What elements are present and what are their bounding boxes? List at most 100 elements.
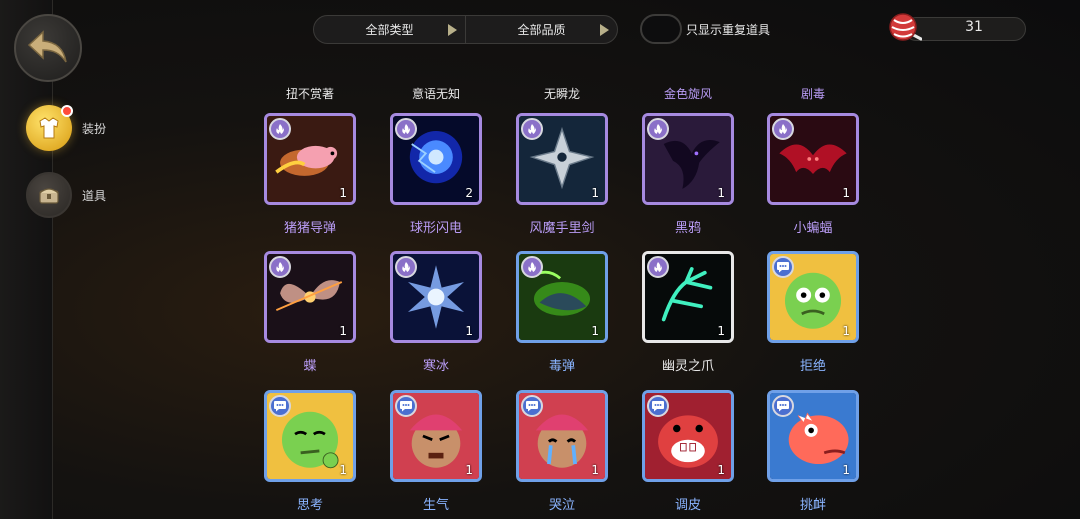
item-card[interactable]: 1 <box>767 251 859 343</box>
item-cell[interactable]: 1 黑鸦 <box>642 113 738 236</box>
item-card[interactable]: 1 <box>516 390 608 482</box>
item-cell[interactable]: 1 幽灵之爪 <box>642 251 738 374</box>
toggle-label: 只显示重复道具 <box>686 22 771 37</box>
dropdown-arrow-icon <box>600 24 609 36</box>
item-card[interactable]: 1 <box>767 113 859 205</box>
item-card[interactable]: 1 <box>264 113 356 205</box>
item-card[interactable]: 1 <box>390 390 482 482</box>
flame-icon <box>521 118 543 140</box>
item-name: 猪猪导弹 <box>283 221 336 236</box>
item-name: 风魔手里剑 <box>529 221 595 236</box>
item-cell[interactable]: 2 球形闪电 <box>390 113 486 236</box>
item-count: 1 <box>339 463 347 477</box>
item-count: 1 <box>717 324 725 338</box>
costume-icon <box>26 105 73 151</box>
item-name: 幽灵之爪 <box>661 359 714 374</box>
item-count: 1 <box>465 463 473 477</box>
item-card[interactable]: 1 <box>516 251 608 343</box>
partial-item-label: 无瞬龙 <box>543 87 580 101</box>
item-name: 球形闪电 <box>409 221 462 236</box>
notification-dot <box>61 105 73 117</box>
partial-item-label: 扭不赏著 <box>285 87 334 101</box>
item-cell[interactable]: 1 生气 <box>390 390 486 513</box>
flame-icon <box>269 118 291 140</box>
item-chest-icon <box>26 172 72 218</box>
item-cell[interactable]: 1 寒冰 <box>390 251 486 374</box>
partial-item-label: 意语无知 <box>411 87 460 101</box>
item-card[interactable]: 1 <box>767 390 859 482</box>
item-card[interactable]: 1 <box>642 113 734 205</box>
item-card[interactable]: 2 <box>390 113 482 205</box>
toggle-checkbox[interactable] <box>640 14 682 44</box>
item-name: 毒弹 <box>548 359 575 374</box>
item-count: 1 <box>842 463 850 477</box>
type-filter-dropdown[interactable]: 全部类型 <box>314 16 465 43</box>
item-cell[interactable]: 1 猪猪导弹 <box>264 113 360 236</box>
item-name: 蝶 <box>303 359 317 374</box>
type-filter-label: 全部类型 <box>365 23 414 37</box>
chat-icon <box>772 395 794 417</box>
item-name: 挑衅 <box>799 498 826 513</box>
chat-icon <box>269 395 291 417</box>
flame-icon <box>772 118 794 140</box>
flame-icon <box>395 256 417 278</box>
lollipop-icon <box>889 13 922 41</box>
duplicate-toggle[interactable]: 只显示重复道具 <box>640 14 770 44</box>
item-name: 小蝙蝠 <box>793 221 833 236</box>
item-card[interactable]: 1 <box>264 390 356 482</box>
nav-item-costume[interactable]: 装扮 <box>26 105 106 151</box>
item-cell[interactable]: 1 哭泣 <box>516 390 612 513</box>
item-count: 1 <box>842 186 850 200</box>
item-card[interactable]: 1 <box>642 251 734 343</box>
flame-icon <box>647 256 669 278</box>
item-name: 哭泣 <box>548 498 575 513</box>
chat-icon <box>395 395 417 417</box>
currency-display: 31 <box>888 13 1026 42</box>
item-card[interactable]: 1 <box>264 251 356 343</box>
item-name: 生气 <box>422 498 449 513</box>
partial-item-label: 剧毒 <box>800 87 825 101</box>
chat-icon <box>647 395 669 417</box>
chat-icon <box>772 256 794 278</box>
item-cell[interactable]: 1 拒绝 <box>767 251 863 374</box>
item-count: 1 <box>591 463 599 477</box>
item-count: 1 <box>339 186 347 200</box>
item-cell[interactable]: 1 风魔手里剑 <box>516 113 612 236</box>
flame-icon <box>647 118 669 140</box>
nav-item-label: 道具 <box>82 188 107 203</box>
item-cell[interactable]: 1 思考 <box>264 390 360 513</box>
item-cell[interactable]: 1 小蝙蝠 <box>767 113 863 236</box>
item-count: 1 <box>591 324 599 338</box>
item-count: 1 <box>717 186 725 200</box>
flame-icon <box>521 256 543 278</box>
item-cell[interactable]: 1 挑衅 <box>767 390 863 513</box>
back-button[interactable] <box>14 14 82 82</box>
item-grid: 扭不赏著 意语无知 无瞬龙 金色旋风 剧毒 1 猪猪导弹 2 球形闪电 1 风魔手里剑 1 黑鸦 1 小蝙蝠… <box>260 85 880 519</box>
item-cell[interactable]: 1 毒弹 <box>516 251 612 374</box>
back-arrow-icon <box>27 30 67 63</box>
item-count: 1 <box>591 186 599 200</box>
quality-filter-label: 全部品质 <box>517 23 566 37</box>
item-name: 拒绝 <box>799 359 826 374</box>
item-name: 寒冰 <box>422 359 449 374</box>
item-count: 1 <box>465 324 473 338</box>
item-count: 1 <box>842 324 850 338</box>
nav-item-items[interactable]: 道具 <box>26 172 106 218</box>
item-card[interactable]: 1 <box>516 113 608 205</box>
nav-item-label: 装扮 <box>82 121 107 136</box>
currency-value: 31 <box>965 19 983 35</box>
item-count: 2 <box>465 186 473 200</box>
item-cell[interactable]: 1蝶 <box>264 251 360 374</box>
item-count: 1 <box>717 463 725 477</box>
flame-icon <box>395 118 417 140</box>
item-cell[interactable]: 1 调皮 <box>642 390 738 513</box>
chat-icon <box>521 395 543 417</box>
filter-bar: 全部类型 全部品质 <box>313 15 618 44</box>
flame-icon <box>269 256 291 278</box>
quality-filter-dropdown[interactable]: 全部品质 <box>465 16 617 43</box>
item-card[interactable]: 1 <box>390 251 482 343</box>
item-name: 思考 <box>296 498 323 513</box>
partial-item-label: 金色旋风 <box>663 87 712 101</box>
item-name: 黑鸦 <box>674 221 701 236</box>
item-card[interactable]: 1 <box>642 390 734 482</box>
